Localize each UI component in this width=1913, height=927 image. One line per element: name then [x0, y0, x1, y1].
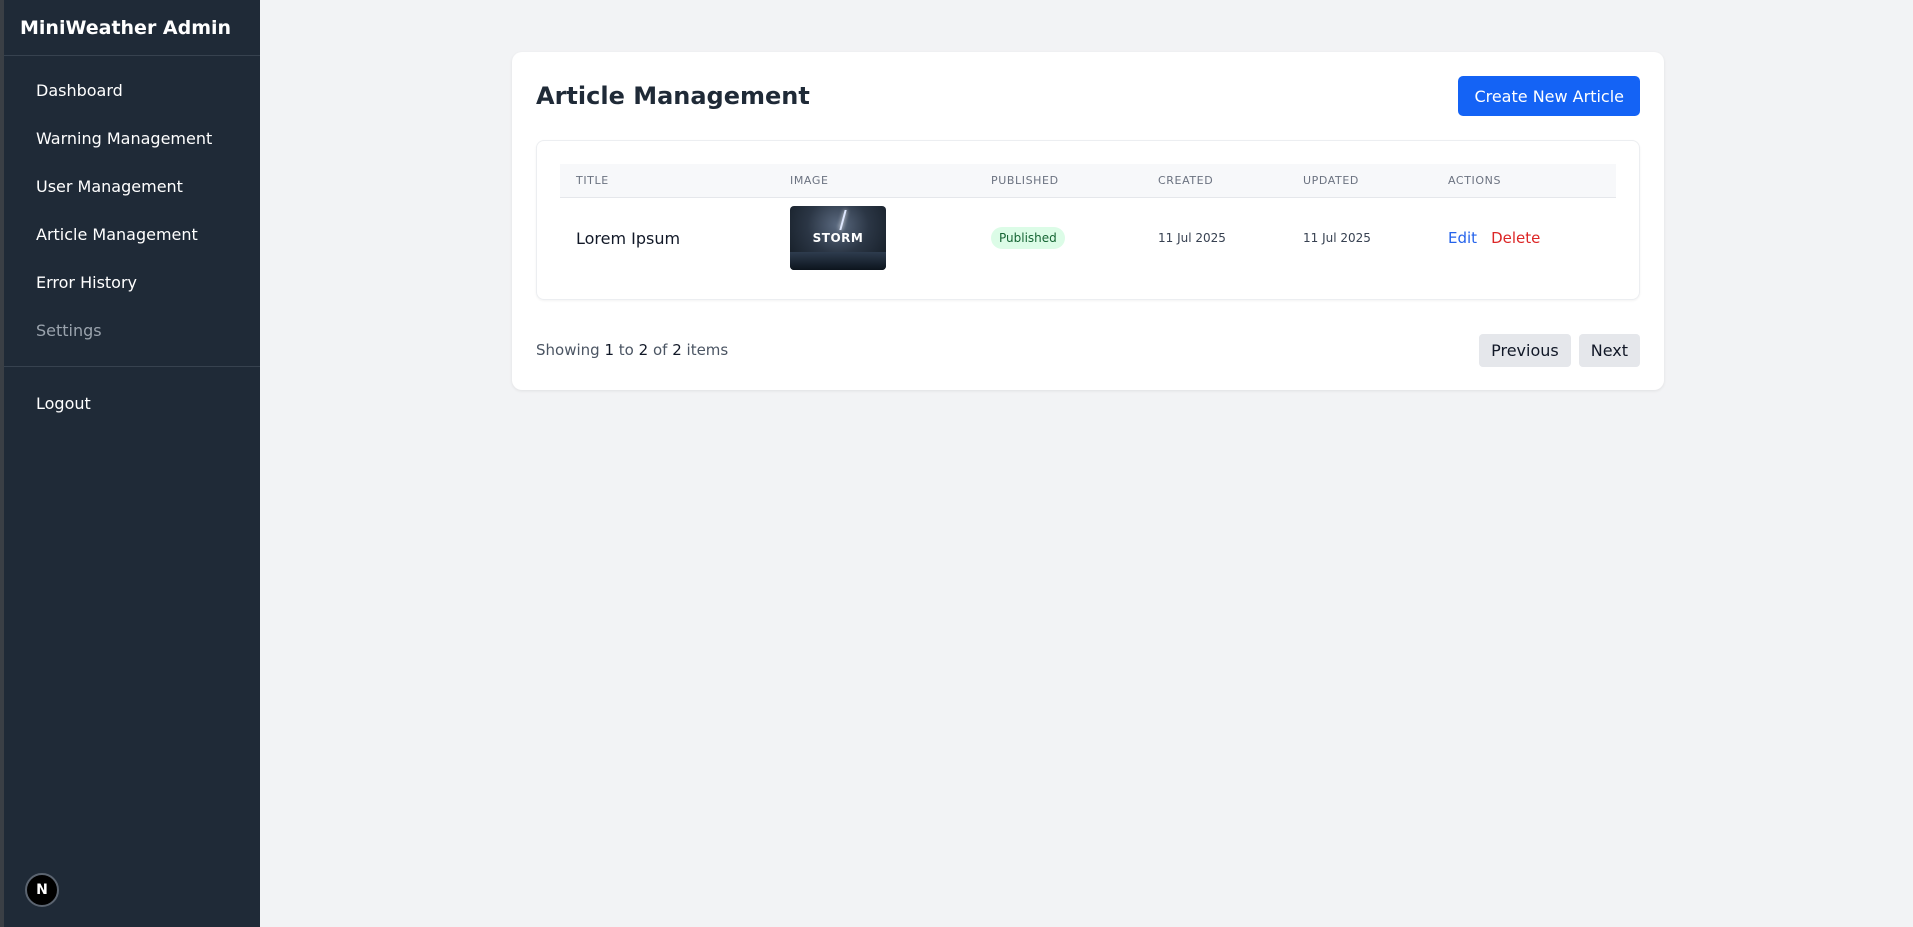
previous-page-button[interactable]: Previous	[1479, 333, 1571, 367]
sidebar-item-article-management[interactable]: Article Management	[4, 210, 260, 258]
thumbnail-caption: STORM	[812, 231, 864, 245]
pagination-summary: Showing 1 to 2 of 2 items	[536, 341, 728, 359]
published-cell: Published	[991, 198, 1065, 278]
sidebar-item-settings[interactable]: Settings	[4, 306, 260, 354]
article-thumbnail: STORM	[790, 206, 886, 270]
articles-table: TITLE IMAGE PUBLISHED CREATED UPDATED AC…	[536, 140, 1640, 300]
pagination-bar: Showing 1 to 2 of 2 items Previous Next	[536, 333, 1640, 367]
updated-date: 11 Jul 2025	[1303, 231, 1371, 245]
card-header: Article Management Create New Article	[536, 76, 1640, 116]
column-header-updated: UPDATED	[1303, 174, 1359, 187]
sidebar-item-error-history[interactable]: Error History	[4, 258, 260, 306]
article-title: Lorem Ipsum	[576, 228, 681, 248]
showing-suffix: items	[686, 341, 729, 359]
logout-button[interactable]: Logout	[4, 379, 260, 427]
showing-of-word: of	[652, 341, 668, 359]
showing-total: 2	[672, 341, 682, 359]
status-badge: Published	[991, 227, 1065, 249]
next-page-button[interactable]: Next	[1578, 333, 1640, 367]
page-title: Article Management	[536, 82, 810, 110]
image-cell: STORM	[790, 198, 886, 278]
sidebar-nav: Dashboard Warning Management User Manage…	[4, 56, 260, 427]
column-header-image: IMAGE	[790, 174, 829, 187]
pager: Previous Next	[1479, 333, 1640, 367]
column-header-title: TITLE	[576, 174, 609, 187]
showing-prefix: Showing	[536, 341, 600, 359]
sidebar-item-dashboard[interactable]: Dashboard	[4, 66, 260, 114]
app-root: MiniWeather Admin Dashboard Warning Mana…	[0, 0, 1913, 927]
create-new-article-button[interactable]: Create New Article	[1458, 76, 1640, 116]
showing-to-word: to	[618, 341, 634, 359]
brand-title: MiniWeather Admin	[4, 0, 260, 56]
column-header-actions: ACTIONS	[1448, 174, 1502, 187]
actions-cell: Edit Delete	[1448, 198, 1540, 278]
column-header-published: PUBLISHED	[991, 174, 1059, 187]
sidebar: MiniWeather Admin Dashboard Warning Mana…	[0, 0, 260, 927]
dev-tools-badge-icon[interactable]: N	[25, 873, 59, 907]
table-header-row: TITLE IMAGE PUBLISHED CREATED UPDATED AC…	[560, 164, 1616, 198]
article-management-card: Article Management Create New Article TI…	[512, 52, 1664, 390]
sidebar-item-user-management[interactable]: User Management	[4, 162, 260, 210]
showing-from: 1	[604, 341, 614, 359]
showing-to: 2	[638, 341, 649, 359]
sea-graphic	[790, 252, 886, 270]
sidebar-item-warning-management[interactable]: Warning Management	[4, 114, 260, 162]
created-date: 11 Jul 2025	[1158, 231, 1226, 245]
sidebar-divider	[4, 366, 260, 367]
lightning-icon	[839, 210, 847, 230]
table-row: Lorem Ipsum STORM Published 11 Jul 2025 …	[560, 198, 1616, 278]
delete-button[interactable]: Delete	[1491, 229, 1540, 247]
edit-button[interactable]: Edit	[1448, 229, 1477, 247]
column-header-created: CREATED	[1158, 174, 1214, 187]
